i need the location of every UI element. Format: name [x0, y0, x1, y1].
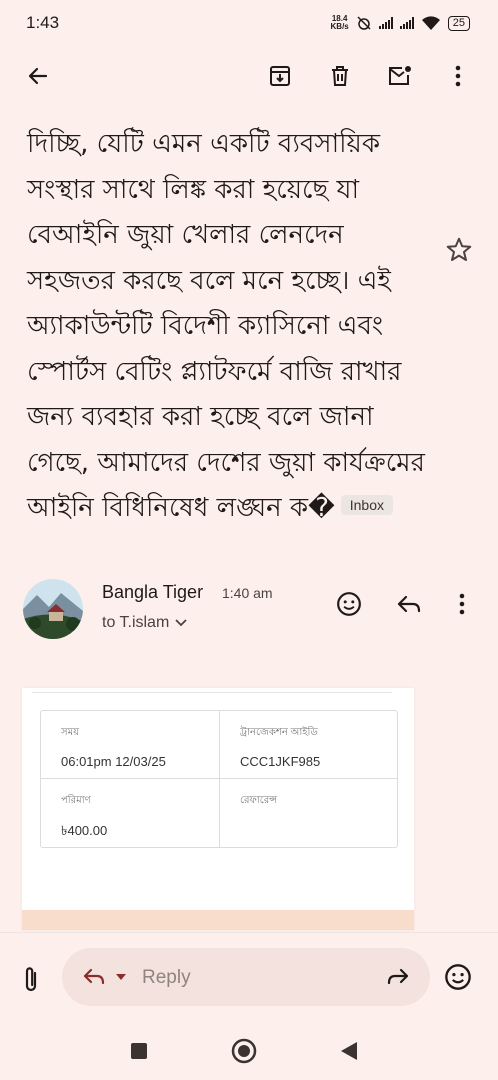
message-header[interactable]: Bangla Tiger 1:40 am to T.islam — [0, 575, 498, 645]
back-triangle-icon — [341, 1042, 357, 1060]
emoji-button[interactable] — [444, 963, 474, 993]
receipt-cell-transaction-id: ট্রানজেকশন আইডি CCC1JKF985 — [220, 711, 397, 778]
home-button[interactable] — [229, 1036, 259, 1066]
status-time: 1:43 — [26, 13, 60, 32]
transaction-receipt: সময় 06:01pm 12/03/25 ট্রানজেকশন আইডি CC… — [22, 688, 414, 930]
amount-label: পরিমাণ — [61, 795, 91, 806]
reply-label: Reply — [142, 967, 191, 988]
attach-button[interactable] — [20, 965, 46, 995]
message-time: 1:40 am — [222, 585, 273, 601]
signal-2-icon — [399, 17, 414, 29]
chevron-down-icon — [175, 619, 187, 627]
reply-icon — [83, 968, 105, 985]
email-body-text: দিচ্ছি, যেটি এমন একটি ব্যবসায়িক সংস্থার… — [27, 129, 425, 523]
receipt-footer-band — [22, 910, 414, 930]
recipient-text: to T.islam — [102, 614, 170, 631]
receipt-cell-amount: পরিমাণ ৳400.00 — [41, 779, 219, 847]
delete-button[interactable] — [322, 58, 358, 94]
alarm-off-icon — [357, 16, 371, 30]
recents-button[interactable] — [124, 1036, 154, 1066]
system-navigation-bar — [0, 1022, 498, 1080]
reply-icon — [397, 595, 421, 613]
recents-square-icon — [131, 1043, 147, 1059]
status-bar: 1:43 18.4 KB/s 25 — [0, 0, 498, 46]
mark-unread-icon — [389, 66, 411, 85]
back-button[interactable] — [20, 58, 56, 94]
network-speed: 18.4 KB/s — [331, 15, 349, 31]
transaction-id-label: ট্রানজেকশন আইডি — [240, 727, 318, 738]
star-button[interactable] — [444, 235, 474, 265]
attachment-icon — [25, 967, 37, 992]
time-label: সময় — [61, 727, 80, 738]
battery-icon: 25 — [447, 15, 470, 31]
time-value: 06:01pm 12/03/25 — [61, 754, 166, 769]
receipt-top-divider — [32, 688, 392, 693]
more-vert-icon — [459, 593, 465, 615]
archive-icon — [270, 66, 290, 86]
message-more-button[interactable] — [446, 588, 478, 620]
reply-button[interactable] — [393, 588, 425, 620]
receipt-table: সময় 06:01pm 12/03/25 ট্রানজেকশন আইডি CC… — [40, 710, 398, 848]
back-nav-button[interactable] — [334, 1036, 364, 1066]
delete-icon — [332, 66, 348, 86]
archive-button[interactable] — [262, 58, 298, 94]
transaction-id-value: CCC1JKF985 — [240, 754, 321, 769]
reply-bar: Reply — [0, 932, 498, 1023]
star-icon — [446, 237, 472, 261]
inbox-label-chip[interactable]: Inbox — [340, 494, 393, 515]
signal-1-icon — [378, 17, 393, 29]
network-speed-unit: KB/s — [330, 22, 349, 31]
dropdown-triangle-icon[interactable] — [116, 974, 126, 980]
email-toolbar — [0, 46, 498, 120]
amount-value: ৳400.00 — [61, 823, 108, 838]
status-icons: 18.4 KB/s 25 — [331, 15, 470, 31]
reference-label: রেফারেন্স — [240, 795, 278, 806]
reply-input[interactable]: Reply — [62, 948, 430, 1006]
mark-unread-button[interactable] — [382, 58, 418, 94]
forward-icon[interactable] — [386, 967, 410, 987]
receipt-cell-reference: রেফারেন্স — [220, 779, 397, 847]
emoji-reaction-button[interactable] — [333, 588, 365, 620]
back-arrow-icon — [28, 67, 48, 85]
recipient-toggle[interactable]: to T.islam — [102, 614, 187, 632]
emoji-icon — [445, 964, 471, 990]
avatar-landscape-icon — [23, 579, 83, 639]
avatar[interactable] — [23, 579, 83, 639]
emoji-icon — [337, 592, 361, 616]
home-circle-icon — [231, 1038, 257, 1064]
more-options-button[interactable] — [440, 58, 476, 94]
email-body: দিচ্ছি, যেটি এমন একটি ব্যবসায়িক সংস্থার… — [27, 122, 435, 532]
wifi-icon — [421, 16, 440, 30]
more-vert-icon — [455, 65, 461, 87]
receipt-cell-time: সময় 06:01pm 12/03/25 — [41, 711, 219, 778]
sender-name: Bangla Tiger — [102, 582, 204, 602]
